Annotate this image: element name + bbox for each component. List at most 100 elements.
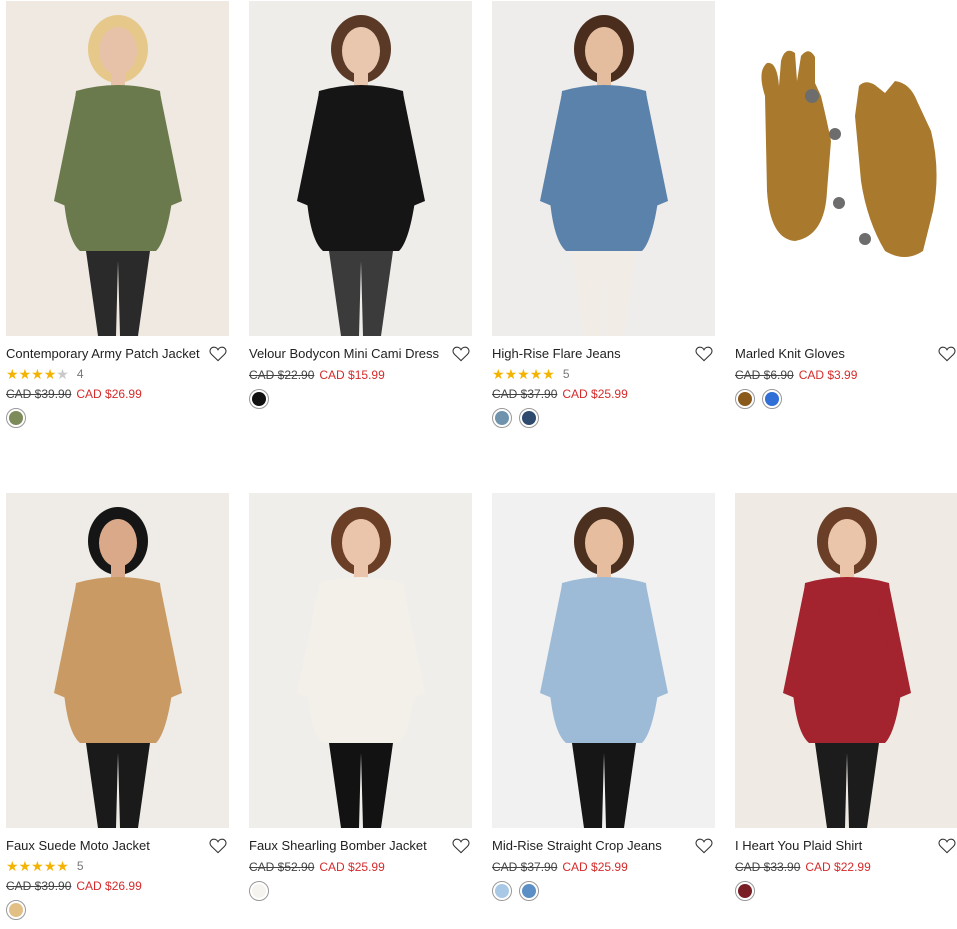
product-photo-graphic	[492, 493, 715, 828]
sale-price: CAD $22.99	[805, 860, 871, 874]
swatch-color-dot	[522, 884, 536, 898]
review-count: 5	[76, 859, 84, 873]
star-icon: ★	[504, 366, 518, 382]
product-prices: CAD $39.90 CAD $26.99	[6, 387, 229, 401]
product-image[interactable]	[6, 493, 229, 828]
product-card[interactable]: Contemporary Army Patch Jacket ★★★★★ 4 CAD …	[6, 1, 229, 428]
product-name[interactable]: Velour Bodycon Mini Cami Dress	[249, 346, 446, 361]
product-photo-graphic	[249, 1, 472, 336]
product-card[interactable]: High-Rise Flare Jeans ★★★★★ 5 CAD $37.90 CAD…	[492, 1, 715, 428]
product-card[interactable]: Marled Knit Gloves CAD $6.90 CAD $3.99	[735, 1, 957, 409]
sale-price: CAD $3.99	[798, 368, 858, 382]
color-swatches	[249, 389, 472, 409]
product-photo-graphic	[6, 493, 229, 828]
product-name[interactable]: High-Rise Flare Jeans	[492, 346, 689, 361]
product-name[interactable]: Faux Shearling Bomber Jacket	[249, 838, 446, 853]
swatch-color-dot	[738, 884, 752, 898]
original-price: CAD $37.90	[492, 387, 558, 401]
product-name-row: High-Rise Flare Jeans	[492, 346, 715, 362]
original-price: CAD $37.90	[492, 860, 558, 874]
star-icon: ★	[43, 858, 57, 874]
color-swatch[interactable]	[6, 408, 26, 428]
sale-price: CAD $15.99	[319, 368, 385, 382]
color-swatches	[492, 408, 715, 428]
star-icon: ★	[6, 858, 19, 874]
color-swatch[interactable]	[492, 408, 512, 428]
star-icon: ★	[529, 366, 543, 382]
product-name[interactable]: Marled Knit Gloves	[735, 346, 932, 361]
heart-outline-icon[interactable]	[452, 346, 470, 362]
product-card[interactable]: Velour Bodycon Mini Cami Dress CAD $22.90…	[249, 1, 472, 409]
product-image[interactable]	[249, 1, 472, 336]
star-rating-icons: ★★★★★	[6, 367, 69, 381]
star-icon: ★	[43, 366, 57, 382]
product-image[interactable]	[249, 493, 472, 828]
color-swatch[interactable]	[6, 900, 26, 920]
heart-outline-icon[interactable]	[452, 838, 470, 854]
star-rating-icons: ★★★★★	[492, 367, 555, 381]
product-photo-graphic	[249, 493, 472, 828]
product-card[interactable]: I Heart You Plaid Shirt CAD $33.90 CAD $22…	[735, 493, 957, 901]
heart-outline-icon[interactable]	[695, 838, 713, 854]
product-prices: CAD $6.90 CAD $3.99	[735, 368, 957, 382]
product-image[interactable]	[6, 1, 229, 336]
review-count: 5	[562, 367, 570, 381]
star-icon: ★	[56, 858, 69, 874]
product-photo-graphic	[735, 1, 957, 336]
heart-outline-icon[interactable]	[209, 838, 227, 854]
color-swatch[interactable]	[762, 389, 782, 409]
color-swatches	[735, 389, 957, 409]
product-prices: CAD $33.90 CAD $22.99	[735, 860, 957, 874]
sale-price: CAD $26.99	[76, 387, 142, 401]
sale-price: CAD $25.99	[319, 860, 385, 874]
color-swatch[interactable]	[492, 881, 512, 901]
color-swatch[interactable]	[249, 881, 269, 901]
review-count: 4	[76, 367, 84, 381]
star-icon: ★	[18, 366, 32, 382]
product-name[interactable]: Contemporary Army Patch Jacket	[6, 346, 203, 361]
heart-outline-icon[interactable]	[938, 838, 956, 854]
product-prices: CAD $37.90 CAD $25.99	[492, 387, 715, 401]
product-photo-graphic	[735, 493, 957, 828]
product-rating: ★★★★★ 4	[6, 367, 229, 381]
product-image[interactable]	[492, 493, 715, 828]
product-image[interactable]	[735, 493, 957, 828]
product-name-row: Faux Suede Moto Jacket	[6, 838, 229, 854]
color-swatches	[492, 881, 715, 901]
color-swatches	[249, 881, 472, 901]
product-name-row: Faux Shearling Bomber Jacket	[249, 838, 472, 854]
product-image[interactable]	[735, 1, 957, 336]
original-price: CAD $52.90	[249, 860, 315, 874]
product-card[interactable]: Faux Suede Moto Jacket ★★★★★ 5 CAD $39.90 CA…	[6, 493, 229, 920]
heart-outline-icon[interactable]	[938, 346, 956, 362]
product-card[interactable]: Faux Shearling Bomber Jacket CAD $52.90 CA…	[249, 493, 472, 901]
color-swatch[interactable]	[735, 881, 755, 901]
swatch-color-dot	[9, 903, 23, 917]
star-icon: ★	[31, 366, 44, 382]
star-icon: ★	[517, 366, 530, 382]
product-name-row: Mid-Rise Straight Crop Jeans	[492, 838, 715, 854]
color-swatch[interactable]	[249, 389, 269, 409]
color-swatch[interactable]	[519, 408, 539, 428]
product-rating: ★★★★★ 5	[492, 367, 715, 381]
product-photo-graphic	[492, 1, 715, 336]
original-price: CAD $6.90	[735, 368, 794, 382]
swatch-color-dot	[522, 411, 536, 425]
product-card[interactable]: Mid-Rise Straight Crop Jeans CAD $37.90 CA…	[492, 493, 715, 901]
product-name[interactable]: Mid-Rise Straight Crop Jeans	[492, 838, 689, 853]
color-swatches	[6, 900, 229, 920]
color-swatch[interactable]	[519, 881, 539, 901]
product-name[interactable]: Faux Suede Moto Jacket	[6, 838, 203, 853]
heart-outline-icon[interactable]	[209, 346, 227, 362]
star-icon: ★	[492, 366, 505, 382]
product-name[interactable]: I Heart You Plaid Shirt	[735, 838, 932, 853]
original-price: CAD $22.90	[249, 368, 315, 382]
color-swatch[interactable]	[735, 389, 755, 409]
product-rating: ★★★★★ 5	[6, 859, 229, 873]
heart-outline-icon[interactable]	[695, 346, 713, 362]
product-prices: CAD $52.90 CAD $25.99	[249, 860, 472, 874]
star-icon: ★	[56, 366, 69, 382]
original-price: CAD $39.90	[6, 879, 72, 893]
product-name-row: Velour Bodycon Mini Cami Dress	[249, 346, 472, 362]
product-image[interactable]	[492, 1, 715, 336]
